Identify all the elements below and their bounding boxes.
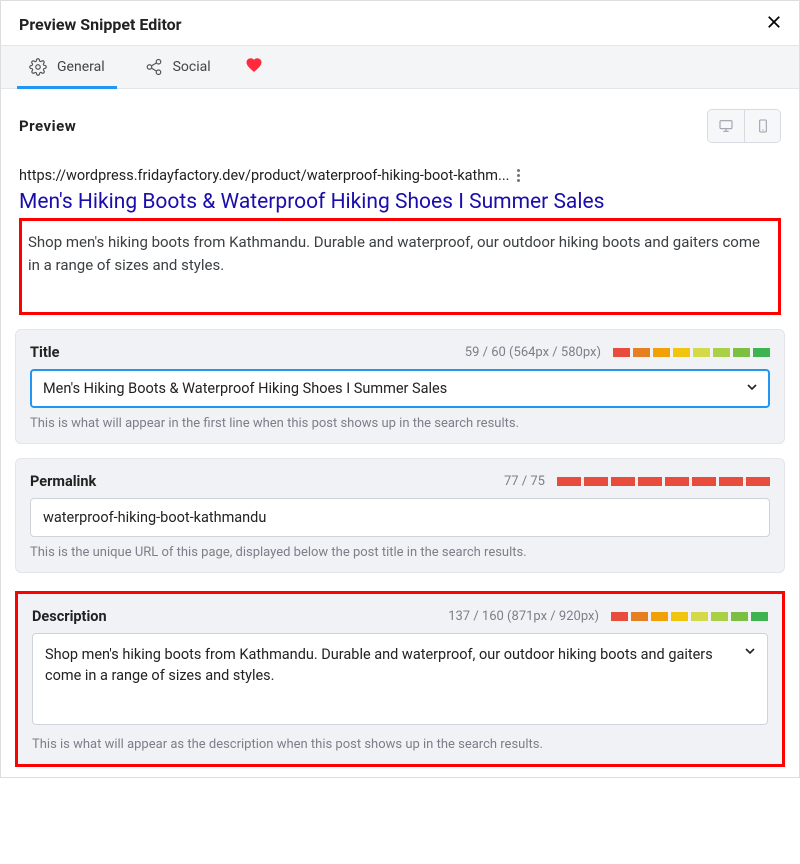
close-icon [765, 13, 783, 31]
title-input[interactable] [30, 369, 770, 408]
url-row: https://wordpress.fridayfactory.dev/prod… [19, 167, 781, 184]
permalink-field-card: Permalink 77 / 75 This is the unique URL… [15, 458, 785, 573]
field-head: Permalink 77 / 75 [30, 473, 770, 490]
description-help: This is what will appear as the descript… [32, 737, 768, 752]
meta-right: 77 / 75 [504, 474, 770, 489]
desktop-icon [718, 118, 734, 134]
title-input-wrap [30, 369, 770, 408]
chevron-down-icon[interactable] [742, 643, 758, 659]
permalink-help: This is the unique URL of this page, dis… [30, 545, 770, 560]
heart-icon [245, 56, 263, 74]
tab-label: Social [173, 59, 211, 75]
preview-bar: Preview [15, 109, 785, 143]
favorite-button[interactable] [245, 56, 263, 79]
snippet-description: Shop men's hiking boots from Kathmandu. … [28, 231, 772, 276]
snippet-title-link[interactable]: Men's Hiking Boots & Waterproof Hiking S… [19, 188, 781, 216]
description-textarea[interactable] [32, 633, 768, 725]
dialog-header: Preview Snippet Editor [1, 1, 799, 45]
description-input-wrap [32, 633, 768, 729]
gear-icon [29, 58, 47, 76]
close-button[interactable] [765, 13, 783, 35]
kebab-icon[interactable] [517, 169, 520, 182]
share-icon [145, 58, 163, 76]
permalink-count: 77 / 75 [504, 474, 545, 489]
description-count: 137 / 160 (871px / 920px) [448, 609, 599, 624]
mobile-view-button[interactable] [744, 110, 780, 142]
desktop-view-button[interactable] [708, 110, 744, 142]
dialog-body: Preview https://wordpress.fridayfactory.… [1, 89, 799, 777]
permalink-label: Permalink [30, 473, 96, 490]
permalink-input-wrap [30, 498, 770, 537]
chevron-down-icon[interactable] [744, 379, 760, 395]
snippet-url: https://wordpress.fridayfactory.dev/prod… [19, 167, 509, 184]
tab-general[interactable]: General [9, 46, 125, 88]
snippet-description-highlight: Shop men's hiking boots from Kathmandu. … [19, 218, 781, 315]
tab-social[interactable]: Social [125, 46, 231, 88]
title-help: This is what will appear in the first li… [30, 416, 770, 431]
title-count: 59 / 60 (564px / 580px) [465, 345, 601, 360]
meta-right: 59 / 60 (564px / 580px) [465, 345, 770, 360]
meta-right: 137 / 160 (871px / 920px) [448, 609, 768, 624]
permalink-input[interactable] [30, 498, 770, 537]
field-head: Description 137 / 160 (871px / 920px) [32, 608, 768, 625]
tab-label: General [57, 59, 105, 75]
device-toggle [707, 109, 781, 143]
preview-heading: Preview [19, 117, 76, 135]
snippet-editor-dialog: Preview Snippet Editor General Social Pr… [0, 0, 800, 778]
tabs: General Social [1, 45, 799, 89]
description-score-bar [611, 612, 768, 621]
title-label: Title [30, 344, 59, 361]
dialog-title: Preview Snippet Editor [19, 15, 182, 34]
description-label: Description [32, 608, 107, 625]
description-field-card: Description 137 / 160 (871px / 920px) Th… [15, 591, 785, 767]
field-head: Title 59 / 60 (564px / 580px) [30, 344, 770, 361]
mobile-icon [755, 118, 771, 134]
title-score-bar [613, 348, 770, 357]
search-snippet-preview: https://wordpress.fridayfactory.dev/prod… [15, 167, 785, 315]
title-field-card: Title 59 / 60 (564px / 580px) This is wh… [15, 329, 785, 444]
permalink-score-bar [557, 477, 770, 486]
